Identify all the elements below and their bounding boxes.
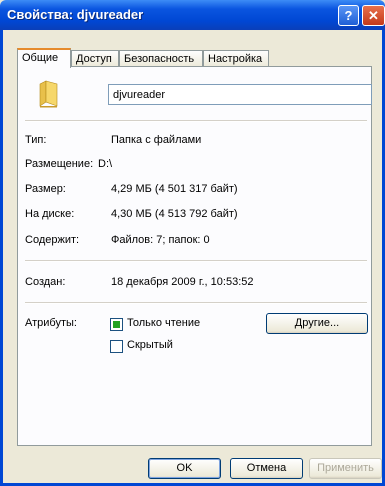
tab-sharing[interactable]: Доступ <box>71 50 119 67</box>
tab-customize[interactable]: Настройка <box>203 50 269 67</box>
contains-label: Содержит: <box>25 234 80 246</box>
size-label: Размер: <box>25 183 66 195</box>
disk-size-label: На диске: <box>25 208 75 220</box>
separator <box>25 302 367 304</box>
close-icon: ✕ <box>368 8 379 23</box>
type-value: Папка с файлами <box>111 134 202 146</box>
created-value: 18 декабря 2009 г., 10:53:52 <box>111 276 254 288</box>
title-bar[interactable]: Свойства: djvureader ? ✕ <box>0 0 385 30</box>
properties-dialog: Свойства: djvureader ? ✕ Общие Доступ Бе… <box>0 0 385 486</box>
cancel-button[interactable]: Отмена <box>230 458 303 479</box>
readonly-checkbox[interactable] <box>110 318 123 331</box>
type-label: Тип: <box>25 134 47 146</box>
ok-button-label: OK <box>176 462 193 474</box>
cancel-button-label: Отмена <box>246 462 287 474</box>
attributes-label: Атрибуты: <box>25 317 77 329</box>
close-button[interactable]: ✕ <box>362 5 385 26</box>
folder-name-input[interactable] <box>108 84 372 105</box>
created-label: Создан: <box>25 276 66 288</box>
contains-value: Файлов: 7; папок: 0 <box>111 234 210 246</box>
help-icon: ? <box>344 8 353 23</box>
tab-panel-general <box>17 66 372 446</box>
advanced-button[interactable]: Другие... <box>266 313 368 334</box>
location-value: D:\ <box>98 158 113 170</box>
tab-label: Безопасность <box>124 53 195 65</box>
hidden-label[interactable]: Скрытый <box>127 339 173 351</box>
readonly-label[interactable]: Только чтение <box>127 317 200 329</box>
hidden-checkbox[interactable] <box>110 340 123 353</box>
advanced-button-label: Другие... <box>294 317 340 329</box>
tab-label: Настройка <box>208 53 263 65</box>
folder-icon <box>39 80 58 108</box>
tab-label: Доступ <box>76 53 112 65</box>
ok-button[interactable]: OK <box>148 458 221 479</box>
tab-label: Общие <box>22 52 59 64</box>
disk-size-value: 4,30 МБ (4 513 792 байт) <box>111 208 238 220</box>
help-button[interactable]: ? <box>338 5 359 26</box>
apply-button-label: Применить <box>317 462 374 474</box>
separator <box>25 260 367 262</box>
apply-button[interactable]: Применить <box>309 458 382 479</box>
size-value: 4,29 МБ (4 501 317 байт) <box>111 183 238 195</box>
window-title: Свойства: djvureader <box>7 7 144 22</box>
tab-security[interactable]: Безопасность <box>119 50 203 67</box>
location-label: Размещение: <box>25 158 94 170</box>
separator <box>25 120 367 122</box>
tab-general[interactable]: Общие <box>17 48 71 68</box>
